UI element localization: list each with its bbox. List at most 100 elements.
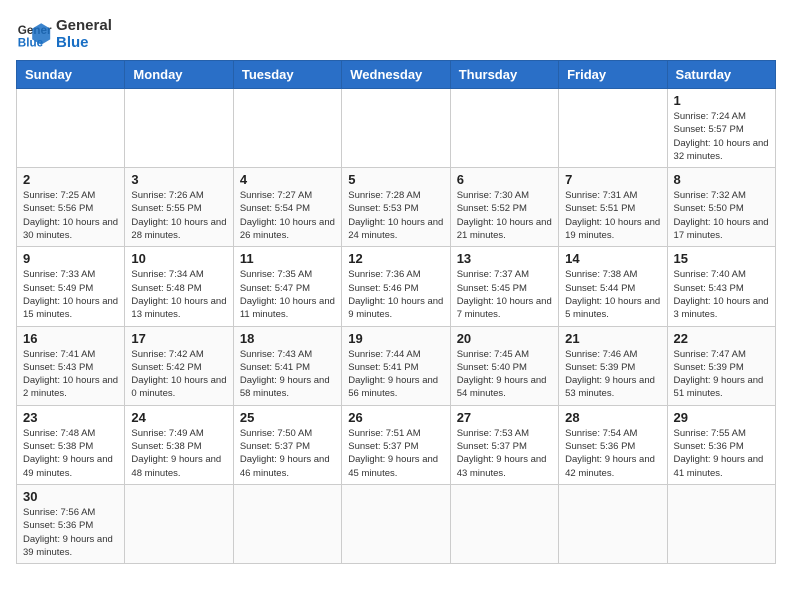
calendar-cell — [667, 484, 775, 563]
calendar-cell: 17 Sunrise: 7:42 AM Sunset: 5:42 PM Dayli… — [125, 326, 233, 405]
calendar-week-2: 2 Sunrise: 7:25 AM Sunset: 5:56 PM Daylig… — [17, 168, 776, 247]
day-number: 9 — [23, 251, 118, 266]
calendar-cell: 18 Sunrise: 7:43 AM Sunset: 5:41 PM Dayli… — [233, 326, 341, 405]
day-number: 22 — [674, 331, 769, 346]
day-number: 1 — [674, 93, 769, 108]
day-number: 25 — [240, 410, 335, 425]
day-info: Sunrise: 7:37 AM Sunset: 5:45 PM Dayligh… — [457, 268, 552, 321]
calendar-cell: 6 Sunrise: 7:30 AM Sunset: 5:52 PM Daylig… — [450, 168, 558, 247]
day-info: Sunrise: 7:32 AM Sunset: 5:50 PM Dayligh… — [674, 189, 769, 242]
day-info: Sunrise: 7:31 AM Sunset: 5:51 PM Dayligh… — [565, 189, 660, 242]
day-info: Sunrise: 7:34 AM Sunset: 5:48 PM Dayligh… — [131, 268, 226, 321]
day-number: 7 — [565, 172, 660, 187]
calendar-week-1: 1 Sunrise: 7:24 AM Sunset: 5:57 PM Daylig… — [17, 89, 776, 168]
day-info: Sunrise: 7:56 AM Sunset: 5:36 PM Dayligh… — [23, 506, 118, 559]
day-number: 5 — [348, 172, 443, 187]
calendar-cell: 19 Sunrise: 7:44 AM Sunset: 5:41 PM Dayli… — [342, 326, 450, 405]
day-info: Sunrise: 7:27 AM Sunset: 5:54 PM Dayligh… — [240, 189, 335, 242]
weekday-header-monday: Monday — [125, 61, 233, 89]
day-number: 11 — [240, 251, 335, 266]
calendar-cell: 29 Sunrise: 7:55 AM Sunset: 5:36 PM Dayli… — [667, 405, 775, 484]
calendar-cell — [450, 484, 558, 563]
calendar-cell: 23 Sunrise: 7:48 AM Sunset: 5:38 PM Dayli… — [17, 405, 125, 484]
day-number: 17 — [131, 331, 226, 346]
day-info: Sunrise: 7:44 AM Sunset: 5:41 PM Dayligh… — [348, 348, 443, 401]
day-number: 19 — [348, 331, 443, 346]
day-info: Sunrise: 7:33 AM Sunset: 5:49 PM Dayligh… — [23, 268, 118, 321]
day-info: Sunrise: 7:28 AM Sunset: 5:53 PM Dayligh… — [348, 189, 443, 242]
logo-icon: General Blue — [16, 16, 52, 52]
calendar-cell: 22 Sunrise: 7:47 AM Sunset: 5:39 PM Dayli… — [667, 326, 775, 405]
day-info: Sunrise: 7:24 AM Sunset: 5:57 PM Dayligh… — [674, 110, 769, 163]
calendar-cell: 1 Sunrise: 7:24 AM Sunset: 5:57 PM Daylig… — [667, 89, 775, 168]
day-info: Sunrise: 7:54 AM Sunset: 5:36 PM Dayligh… — [565, 427, 660, 480]
day-number: 26 — [348, 410, 443, 425]
calendar-cell — [125, 89, 233, 168]
weekday-header-sunday: Sunday — [17, 61, 125, 89]
calendar-cell: 12Sunrise: 7:36 AM Sunset: 5:46 PM Dayli… — [342, 247, 450, 326]
day-number: 20 — [457, 331, 552, 346]
calendar-cell: 28Sunrise: 7:54 AM Sunset: 5:36 PM Dayli… — [559, 405, 667, 484]
calendar-table: SundayMondayTuesdayWednesdayThursdayFrid… — [16, 60, 776, 564]
day-number: 13 — [457, 251, 552, 266]
calendar-week-4: 16Sunrise: 7:41 AM Sunset: 5:43 PM Dayli… — [17, 326, 776, 405]
day-number: 3 — [131, 172, 226, 187]
day-number: 12 — [348, 251, 443, 266]
day-info: Sunrise: 7:43 AM Sunset: 5:41 PM Dayligh… — [240, 348, 335, 401]
calendar-cell — [125, 484, 233, 563]
calendar-week-5: 23 Sunrise: 7:48 AM Sunset: 5:38 PM Dayli… — [17, 405, 776, 484]
calendar-cell: 16Sunrise: 7:41 AM Sunset: 5:43 PM Dayli… — [17, 326, 125, 405]
calendar-cell: 9 Sunrise: 7:33 AM Sunset: 5:49 PM Daylig… — [17, 247, 125, 326]
weekday-header-row: SundayMondayTuesdayWednesdayThursdayFrid… — [17, 61, 776, 89]
calendar-week-6: 30Sunrise: 7:56 AM Sunset: 5:36 PM Dayli… — [17, 484, 776, 563]
day-number: 4 — [240, 172, 335, 187]
day-info: Sunrise: 7:47 AM Sunset: 5:39 PM Dayligh… — [674, 348, 769, 401]
day-number: 10 — [131, 251, 226, 266]
calendar-cell: 30Sunrise: 7:56 AM Sunset: 5:36 PM Dayli… — [17, 484, 125, 563]
day-info: Sunrise: 7:38 AM Sunset: 5:44 PM Dayligh… — [565, 268, 660, 321]
day-info: Sunrise: 7:41 AM Sunset: 5:43 PM Dayligh… — [23, 348, 118, 401]
day-number: 21 — [565, 331, 660, 346]
calendar-cell: 8Sunrise: 7:32 AM Sunset: 5:50 PM Daylig… — [667, 168, 775, 247]
calendar-cell: 21 Sunrise: 7:46 AM Sunset: 5:39 PM Dayli… — [559, 326, 667, 405]
weekday-header-friday: Friday — [559, 61, 667, 89]
calendar-cell: 20 Sunrise: 7:45 AM Sunset: 5:40 PM Dayli… — [450, 326, 558, 405]
day-info: Sunrise: 7:48 AM Sunset: 5:38 PM Dayligh… — [23, 427, 118, 480]
day-number: 14 — [565, 251, 660, 266]
day-number: 29 — [674, 410, 769, 425]
day-info: Sunrise: 7:26 AM Sunset: 5:55 PM Dayligh… — [131, 189, 226, 242]
logo-blue: Blue — [56, 34, 112, 51]
calendar-week-3: 9 Sunrise: 7:33 AM Sunset: 5:49 PM Daylig… — [17, 247, 776, 326]
day-number: 23 — [23, 410, 118, 425]
day-number: 2 — [23, 172, 118, 187]
calendar-cell: 26 Sunrise: 7:51 AM Sunset: 5:37 PM Dayli… — [342, 405, 450, 484]
day-info: Sunrise: 7:45 AM Sunset: 5:40 PM Dayligh… — [457, 348, 552, 401]
calendar-cell: 24Sunrise: 7:49 AM Sunset: 5:38 PM Dayli… — [125, 405, 233, 484]
day-info: Sunrise: 7:30 AM Sunset: 5:52 PM Dayligh… — [457, 189, 552, 242]
day-info: Sunrise: 7:50 AM Sunset: 5:37 PM Dayligh… — [240, 427, 335, 480]
calendar-cell: 27Sunrise: 7:53 AM Sunset: 5:37 PM Dayli… — [450, 405, 558, 484]
weekday-header-thursday: Thursday — [450, 61, 558, 89]
day-info: Sunrise: 7:55 AM Sunset: 5:36 PM Dayligh… — [674, 427, 769, 480]
day-number: 24 — [131, 410, 226, 425]
calendar-cell: 7 Sunrise: 7:31 AM Sunset: 5:51 PM Daylig… — [559, 168, 667, 247]
day-info: Sunrise: 7:25 AM Sunset: 5:56 PM Dayligh… — [23, 189, 118, 242]
logo: General Blue General Blue — [16, 16, 112, 52]
day-info: Sunrise: 7:40 AM Sunset: 5:43 PM Dayligh… — [674, 268, 769, 321]
day-number: 15 — [674, 251, 769, 266]
day-info: Sunrise: 7:51 AM Sunset: 5:37 PM Dayligh… — [348, 427, 443, 480]
day-number: 6 — [457, 172, 552, 187]
calendar-cell: 13 Sunrise: 7:37 AM Sunset: 5:45 PM Dayli… — [450, 247, 558, 326]
calendar-cell — [559, 484, 667, 563]
calendar-cell — [17, 89, 125, 168]
calendar-cell: 5 Sunrise: 7:28 AM Sunset: 5:53 PM Daylig… — [342, 168, 450, 247]
page-header: General Blue General Blue — [16, 16, 776, 52]
calendar-cell: 25 Sunrise: 7:50 AM Sunset: 5:37 PM Dayli… — [233, 405, 341, 484]
calendar-cell: 4 Sunrise: 7:27 AM Sunset: 5:54 PM Daylig… — [233, 168, 341, 247]
calendar-cell: 14 Sunrise: 7:38 AM Sunset: 5:44 PM Dayli… — [559, 247, 667, 326]
day-info: Sunrise: 7:42 AM Sunset: 5:42 PM Dayligh… — [131, 348, 226, 401]
calendar-cell — [559, 89, 667, 168]
calendar-cell — [233, 484, 341, 563]
day-number: 18 — [240, 331, 335, 346]
day-info: Sunrise: 7:46 AM Sunset: 5:39 PM Dayligh… — [565, 348, 660, 401]
